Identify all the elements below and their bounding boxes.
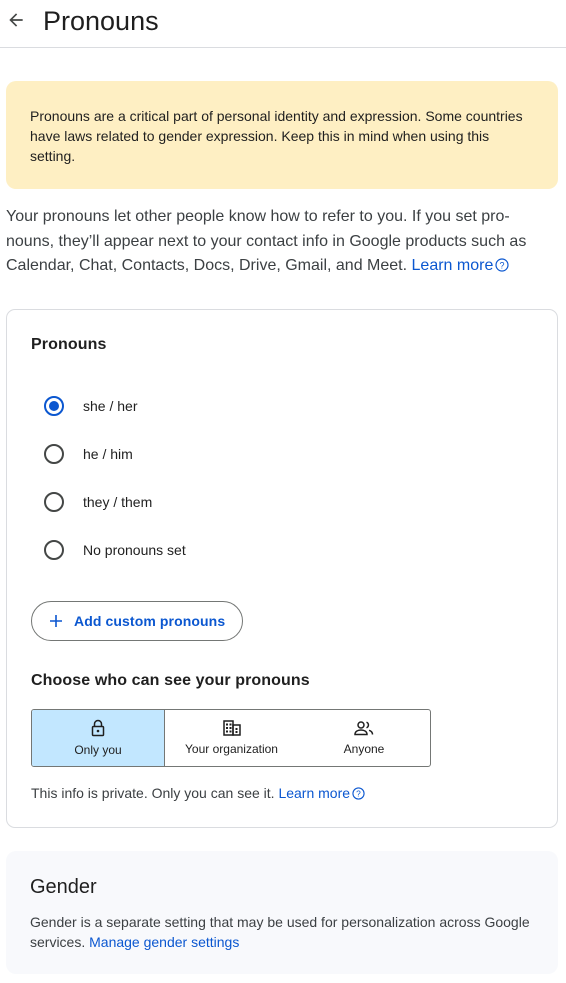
radio-option-he-him[interactable]: he / him: [44, 442, 133, 466]
segment-label: Your organization: [185, 742, 278, 756]
radio-button[interactable]: [44, 492, 64, 512]
people-icon: [354, 721, 374, 736]
back-button[interactable]: [2, 5, 30, 35]
pronouns-card-title: Pronouns: [31, 336, 107, 353]
privacy-note: This info is private. Only you can see i…: [31, 785, 365, 801]
segment-label: Anyone: [343, 742, 385, 756]
privacy-text: This info is private. Only you can see i…: [31, 785, 275, 801]
add-custom-pronouns-button[interactable]: Add custom pronouns: [31, 601, 243, 641]
top-app-bar: Pronouns: [0, 0, 566, 48]
visibility-segmented-control: Only you Your organization Anyone: [31, 709, 431, 767]
segment-your-organization[interactable]: Your organization: [165, 710, 298, 766]
radio-label: No pronouns set: [83, 542, 186, 558]
svg-text:?: ?: [356, 789, 361, 799]
warning-text: Pronouns are a critical part of personal…: [30, 108, 523, 164]
radio-option-no-pronouns[interactable]: No pronouns set: [44, 538, 186, 562]
segment-only-you[interactable]: Only you: [32, 710, 165, 766]
radio-option-they-them[interactable]: they / them: [44, 490, 152, 514]
add-custom-pronouns-label: Add custom pronouns: [74, 613, 226, 629]
intro-paragraph: Your pronouns let other people know how …: [6, 205, 556, 279]
svg-text:?: ?: [500, 260, 505, 270]
radio-label: she / her: [83, 398, 138, 414]
radio-label: they / them: [83, 494, 153, 510]
page-title: Pronouns: [43, 6, 159, 36]
pronouns-card: Pronouns she / her he / him they / them …: [6, 309, 558, 828]
radio-button-checked[interactable]: [44, 396, 64, 416]
visibility-title: Choose who can see your pronouns: [31, 672, 310, 689]
gender-title: Gender: [30, 876, 97, 898]
privacy-learn-more-link[interactable]: Learn more?: [278, 785, 365, 801]
warning-banner: Pronouns are a critical part of personal…: [6, 81, 558, 189]
gender-card: Gender Gender is a separate setting that…: [6, 851, 558, 974]
building-icon: [222, 720, 241, 736]
learn-more-link[interactable]: Learn more?: [412, 257, 510, 274]
radio-label: he / him: [83, 446, 133, 462]
segment-anyone[interactable]: Anyone: [298, 710, 430, 766]
help-icon: ?: [495, 258, 509, 272]
arrow-back-icon: [9, 13, 23, 27]
radio-option-she-her[interactable]: she / her: [44, 394, 137, 418]
help-icon: ?: [352, 787, 365, 800]
segment-label: Only you: [74, 743, 122, 757]
radio-button[interactable]: [44, 540, 64, 560]
lock-icon: [91, 719, 105, 737]
radio-button[interactable]: [44, 444, 64, 464]
plus-icon: [50, 615, 62, 627]
manage-gender-settings-link[interactable]: Manage gender settings: [89, 934, 239, 950]
gender-description: Gender is a separate setting that may be…: [30, 912, 530, 952]
